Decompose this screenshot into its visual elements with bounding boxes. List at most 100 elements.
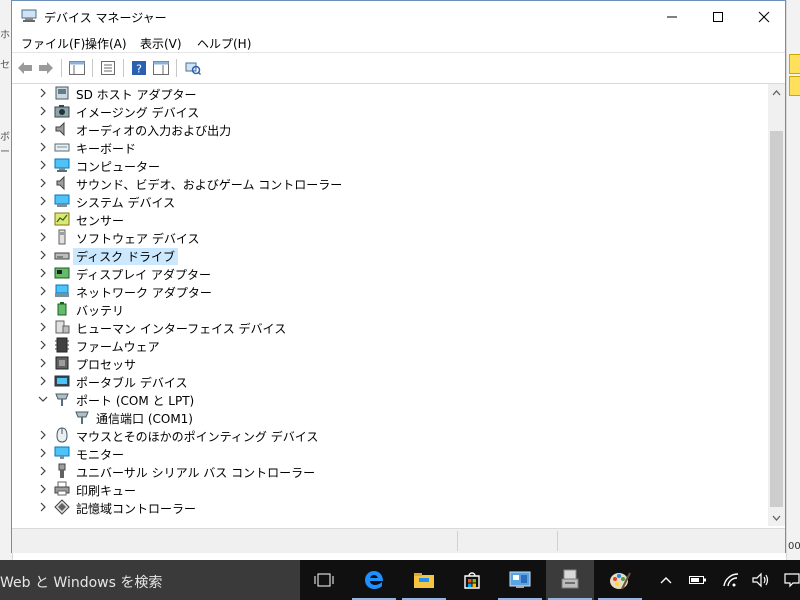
tree-item-label[interactable]: ユニバーサル シリアル バス コントローラー <box>73 464 318 481</box>
tree-item-label[interactable]: システム デバイス <box>73 194 178 211</box>
tree-category-item[interactable]: ソフトウェア デバイス <box>13 228 753 246</box>
volume-tray-button[interactable] <box>751 570 771 590</box>
tree-category-item[interactable]: ネットワーク アダプター <box>13 282 753 300</box>
chevron-right-icon[interactable] <box>37 321 49 333</box>
chevron-right-icon[interactable] <box>37 159 49 171</box>
paint-button[interactable] <box>596 560 644 600</box>
chevron-right-icon[interactable] <box>37 303 49 315</box>
scroll-up-button[interactable] <box>768 84 785 101</box>
tree-category-item[interactable]: コンピューター <box>13 156 753 174</box>
tree-item-label[interactable]: SD ホスト アダプター <box>73 86 200 103</box>
chevron-right-icon[interactable] <box>37 357 49 369</box>
tree-item-label[interactable]: ディスプレイ アダプター <box>73 266 214 283</box>
show-hide-console-tree-button[interactable] <box>68 59 86 77</box>
chevron-right-icon[interactable] <box>37 213 49 225</box>
device-manager-taskbar-button[interactable] <box>546 560 594 600</box>
show-hidden-icons-button[interactable] <box>656 570 676 590</box>
tree-category-item[interactable]: 印刷キュー <box>13 480 753 498</box>
chevron-right-icon[interactable] <box>37 87 49 99</box>
tree-category-item[interactable]: ディスク ドライブ <box>13 246 753 265</box>
menu-action[interactable]: 操作(A) <box>85 35 127 52</box>
tree-category-item[interactable]: イメージング デバイス <box>13 102 753 120</box>
battery-tray-button[interactable] <box>688 570 708 590</box>
action-pane-button[interactable] <box>152 59 170 77</box>
tree-item-label[interactable]: キーボード <box>73 140 139 157</box>
forward-button[interactable] <box>37 59 55 77</box>
tree-category-item[interactable]: ディスプレイ アダプター <box>13 264 753 282</box>
scroll-thumb[interactable] <box>770 131 783 507</box>
menu-help[interactable]: ヘルプ(H) <box>197 35 251 52</box>
tree-item-label[interactable]: ポート (COM と LPT) <box>73 392 197 409</box>
close-button[interactable] <box>741 1 787 32</box>
tree-item-label[interactable]: バッテリ <box>73 302 127 319</box>
tree-category-item[interactable]: システム デバイス <box>13 192 753 210</box>
tree-item-label[interactable]: モニター <box>73 446 127 463</box>
tree-item-label[interactable]: プロセッサ <box>73 356 139 373</box>
chevron-right-icon[interactable] <box>37 447 49 459</box>
tree-category-item[interactable]: センサー <box>13 210 753 228</box>
tree-category-item[interactable]: SD ホスト アダプター <box>13 84 753 102</box>
edge-button[interactable] <box>350 560 398 600</box>
menu-view[interactable]: 表示(V) <box>140 35 182 52</box>
tree-category-item[interactable]: オーディオの入力および出力 <box>13 120 753 138</box>
tree-item-label[interactable]: オーディオの入力および出力 <box>73 122 234 139</box>
device-tree[interactable]: SD ホスト アダプター イメージング デバイス オーディオの入力および出力 キーボー… <box>13 84 768 526</box>
minimize-button[interactable] <box>649 1 695 32</box>
tree-item-label[interactable]: ネットワーク アダプター <box>73 284 215 301</box>
title-bar[interactable]: デバイス マネージャー <box>12 1 785 32</box>
tree-item-label[interactable]: ヒューマン インターフェイス デバイス <box>73 320 289 337</box>
tree-category-item[interactable]: ファームウェア <box>13 336 753 354</box>
task-view-button[interactable] <box>300 560 348 600</box>
tree-item-label[interactable]: 印刷キュー <box>73 482 139 499</box>
chevron-right-icon[interactable] <box>37 501 49 513</box>
back-button[interactable] <box>16 59 34 77</box>
action-center-button[interactable] <box>782 570 800 590</box>
tree-category-item[interactable]: 記憶域コントローラー <box>13 498 753 516</box>
help-button[interactable]: ? <box>130 59 148 77</box>
menu-file[interactable]: ファイル(F) <box>21 35 85 52</box>
chevron-right-icon[interactable] <box>37 249 49 261</box>
tree-category-item[interactable]: モニター <box>13 444 753 462</box>
tree-category-item[interactable]: バッテリ <box>13 300 753 318</box>
tree-item-label[interactable]: マウスとそのほかのポインティング デバイス <box>73 428 321 445</box>
maximize-button[interactable] <box>695 1 741 32</box>
file-explorer-button[interactable] <box>400 560 448 600</box>
tree-item-label[interactable]: ファームウェア <box>73 338 163 355</box>
chevron-right-icon[interactable] <box>37 105 49 117</box>
control-panel-button[interactable] <box>496 560 544 600</box>
chevron-right-icon[interactable] <box>37 339 49 351</box>
tree-category-item[interactable]: ポート (COM と LPT) <box>13 390 753 408</box>
chevron-right-icon[interactable] <box>37 465 49 477</box>
tree-item-label[interactable]: イメージング デバイス <box>73 104 202 121</box>
chevron-right-icon[interactable] <box>37 429 49 441</box>
tree-item-label[interactable]: 通信端口 (COM1) <box>93 410 196 427</box>
chevron-right-icon[interactable] <box>37 177 49 189</box>
tree-child-item[interactable]: 通信端口 (COM1) <box>13 408 753 426</box>
tree-item-label[interactable]: センサー <box>73 212 127 229</box>
tree-category-item[interactable]: ヒューマン インターフェイス デバイス <box>13 318 753 336</box>
tree-category-item[interactable]: キーボード <box>13 138 753 156</box>
network-tray-button[interactable] <box>721 570 741 590</box>
chevron-right-icon[interactable] <box>37 285 49 297</box>
chevron-right-icon[interactable] <box>37 123 49 135</box>
tree-category-item[interactable]: プロセッサ <box>13 354 753 372</box>
tree-item-label[interactable]: ポータブル デバイス <box>73 374 190 391</box>
tree-item-label[interactable]: コンピューター <box>73 158 163 175</box>
tree-item-label[interactable]: 記憶域コントローラー <box>73 500 199 517</box>
tree-category-item[interactable]: サウンド、ビデオ、およびゲーム コントローラー <box>13 174 753 192</box>
properties-button[interactable] <box>99 59 117 77</box>
chevron-right-icon[interactable] <box>37 483 49 495</box>
vertical-scrollbar[interactable] <box>768 84 785 526</box>
scan-hardware-button[interactable] <box>184 59 202 77</box>
store-button[interactable] <box>448 560 496 600</box>
chevron-right-icon[interactable] <box>37 141 49 153</box>
tree-item-label[interactable]: ソフトウェア デバイス <box>73 230 202 247</box>
tree-category-item[interactable]: マウスとそのほかのポインティング デバイス <box>13 426 753 444</box>
search-box[interactable]: Web と Windows を検索 <box>0 560 300 600</box>
chevron-right-icon[interactable] <box>37 195 49 207</box>
tree-item-label[interactable]: サウンド、ビデオ、およびゲーム コントローラー <box>73 176 345 193</box>
chevron-right-icon[interactable] <box>37 267 49 279</box>
chevron-right-icon[interactable] <box>37 231 49 243</box>
tree-item-label[interactable]: ディスク ドライブ <box>73 248 178 265</box>
chevron-down-icon[interactable] <box>37 393 49 405</box>
